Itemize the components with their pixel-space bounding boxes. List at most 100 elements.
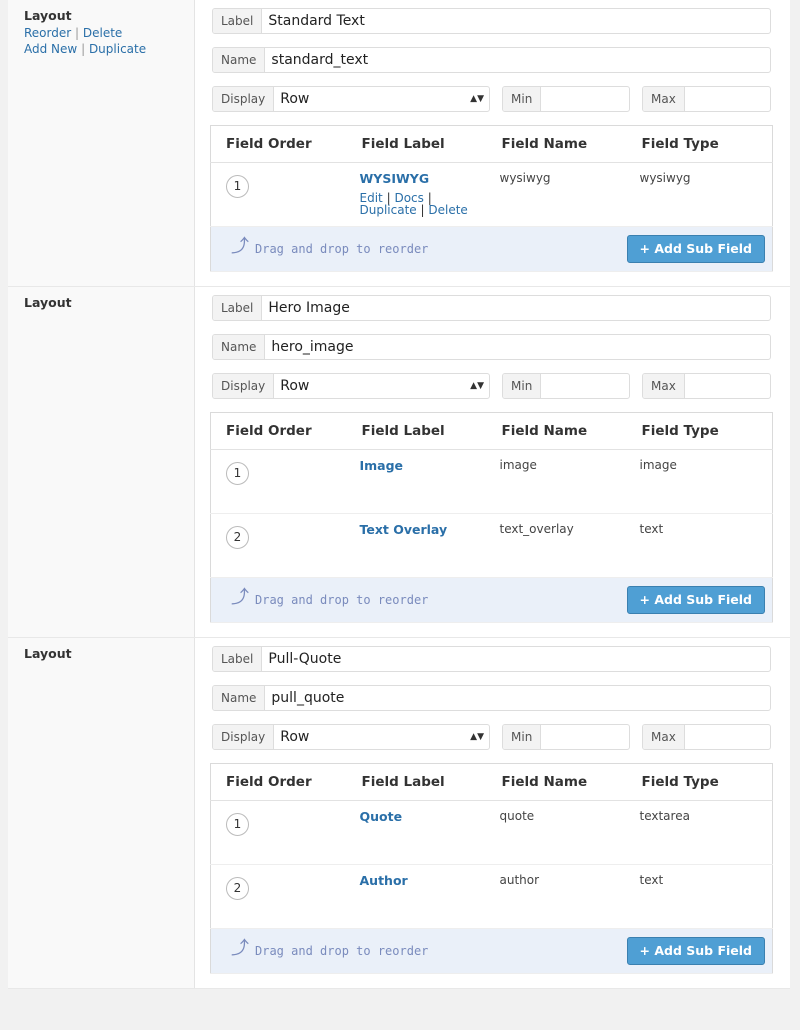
field-label-link[interactable]: WYSIWYG <box>360 171 487 186</box>
curved-arrow-up-icon: ⤴ <box>231 938 249 959</box>
display-row: Display Row ▲▼ Min Max <box>212 724 773 750</box>
column-header: Field Order <box>210 763 347 801</box>
drag-hint-text: Drag and drop to reorder <box>255 593 429 607</box>
table-footer: ⤴ Drag and drop to reorder + Add Sub Field <box>210 577 773 623</box>
label-field[interactable]: Label Hero Image <box>212 295 771 321</box>
footer-inner: ⤴ Drag and drop to reorder + Add Sub Field <box>211 227 772 271</box>
layout-section: Layout Label Hero Image Name hero_image Displ… <box>8 287 790 638</box>
label-row: Label Hero Image <box>212 295 773 321</box>
name-row: Name standard_text <box>212 47 773 73</box>
select-arrows-icon: ▲▼ <box>470 381 484 391</box>
add-sub-field-button[interactable]: + Add Sub Field <box>626 937 765 965</box>
order-badge[interactable]: 1 <box>226 175 249 198</box>
display-select[interactable]: Display Row ▲▼ <box>212 86 490 112</box>
table-header: Field Order Field Label Field Name Field Ty… <box>210 763 773 801</box>
name-field[interactable]: Name pull_quote <box>212 685 771 711</box>
label-field-prefix: Label <box>213 9 263 33</box>
display-select-value[interactable]: Row <box>274 725 470 749</box>
display-select-prefix: Display <box>213 374 275 398</box>
display-select-prefix: Display <box>213 87 275 111</box>
label-cell: Text Overlay <box>346 513 487 578</box>
layouts-container: Layout Reorder | Delete Add New | Duplicat… <box>8 0 790 989</box>
layout-section: Layout Label Pull-Quote Name pull_quote Displ… <box>8 638 790 989</box>
add-sub-field-button[interactable]: + Add Sub Field <box>626 235 765 263</box>
field-label-link[interactable]: Image <box>360 458 487 473</box>
min-field-value[interactable] <box>541 87 629 111</box>
drag-hint-text: Drag and drop to reorder <box>255 242 429 256</box>
min-field-value[interactable] <box>541 725 629 749</box>
min-field[interactable]: Min <box>502 724 630 750</box>
display-select[interactable]: Display Row ▲▼ <box>212 373 490 399</box>
field-label-link[interactable]: Author <box>360 873 487 888</box>
separator: | <box>420 203 425 217</box>
separator: | <box>81 42 86 56</box>
label-row: Label Standard Text <box>212 8 773 34</box>
field-label-link[interactable]: Text Overlay <box>360 522 487 537</box>
delete-field-link[interactable]: Delete <box>428 203 467 217</box>
max-field-value[interactable] <box>685 725 770 749</box>
max-field[interactable]: Max <box>642 86 771 112</box>
label-field[interactable]: Label Pull-Quote <box>212 646 771 672</box>
table-row: 2 Text Overlay text_overlay text <box>210 513 773 578</box>
column-header: Field Order <box>210 125 347 163</box>
add-new-link[interactable]: Add New <box>24 42 77 56</box>
delete-link[interactable]: Delete <box>83 26 122 40</box>
min-field[interactable]: Min <box>502 86 630 112</box>
max-field[interactable]: Max <box>642 724 771 750</box>
max-field-value[interactable] <box>685 87 770 111</box>
name-field-prefix: Name <box>213 686 266 710</box>
min-field-value[interactable] <box>541 374 629 398</box>
name-field[interactable]: Name hero_image <box>212 334 771 360</box>
display-select-value[interactable]: Row <box>274 374 470 398</box>
column-header: Field Label <box>346 763 487 801</box>
column-header: Field Name <box>486 125 627 163</box>
min-field-prefix: Min <box>503 725 542 749</box>
order-cell: 1 <box>210 449 347 514</box>
display-select-prefix: Display <box>213 725 275 749</box>
field-name-cell: wysiwyg <box>486 162 627 227</box>
label-field-value[interactable]: Hero Image <box>262 296 770 320</box>
name-field-value[interactable]: hero_image <box>265 335 770 359</box>
label-field[interactable]: Label Standard Text <box>212 8 771 34</box>
field-label-link[interactable]: Quote <box>360 809 487 824</box>
field-type-cell: textarea <box>626 800 773 865</box>
table-row: 2 Author author text <box>210 864 773 929</box>
name-field[interactable]: Name standard_text <box>212 47 771 73</box>
field-actions: Edit | Docs | Duplicate | Delete <box>360 192 487 216</box>
label-field-value[interactable]: Pull-Quote <box>262 647 770 671</box>
name-field-prefix: Name <box>213 48 266 72</box>
display-select[interactable]: Display Row ▲▼ <box>212 724 490 750</box>
layout-meta: Layout <box>8 638 195 988</box>
order-badge[interactable]: 1 <box>226 813 249 836</box>
order-badge[interactable]: 2 <box>226 877 249 900</box>
name-field-value[interactable]: standard_text <box>265 48 770 72</box>
column-header: Field Type <box>626 763 773 801</box>
label-row: Label Pull-Quote <box>212 646 773 672</box>
max-field[interactable]: Max <box>642 373 771 399</box>
footer-cell: ⤴ Drag and drop to reorder + Add Sub Field <box>210 928 773 974</box>
reorder-link[interactable]: Reorder <box>24 26 71 40</box>
order-badge[interactable]: 1 <box>226 462 249 485</box>
max-field-value[interactable] <box>685 374 770 398</box>
min-field[interactable]: Min <box>502 373 630 399</box>
column-header: Field Name <box>486 412 627 450</box>
field-name-cell: quote <box>486 800 627 865</box>
column-header: Field Name <box>486 763 627 801</box>
label-field-value[interactable]: Standard Text <box>262 9 770 33</box>
label-field-prefix: Label <box>213 296 263 320</box>
duplicate-field-link[interactable]: Duplicate <box>360 203 417 217</box>
field-name-cell: image <box>486 449 627 514</box>
order-badge[interactable]: 2 <box>226 526 249 549</box>
field-type-cell: text <box>626 513 773 578</box>
layout-meta: Layout <box>8 287 195 637</box>
display-select-value[interactable]: Row <box>274 87 470 111</box>
separator: | <box>75 26 80 40</box>
name-field-value[interactable]: pull_quote <box>265 686 770 710</box>
label-cell: Quote <box>346 800 487 865</box>
sub-fields-table: Field Order Field Label Field Name Field Ty… <box>210 125 773 272</box>
add-sub-field-button[interactable]: + Add Sub Field <box>626 586 765 614</box>
max-field-prefix: Max <box>643 725 685 749</box>
layout-meta: Layout Reorder | Delete Add New | Duplicat… <box>8 0 195 286</box>
duplicate-link[interactable]: Duplicate <box>89 42 146 56</box>
select-arrows-icon: ▲▼ <box>470 94 484 104</box>
